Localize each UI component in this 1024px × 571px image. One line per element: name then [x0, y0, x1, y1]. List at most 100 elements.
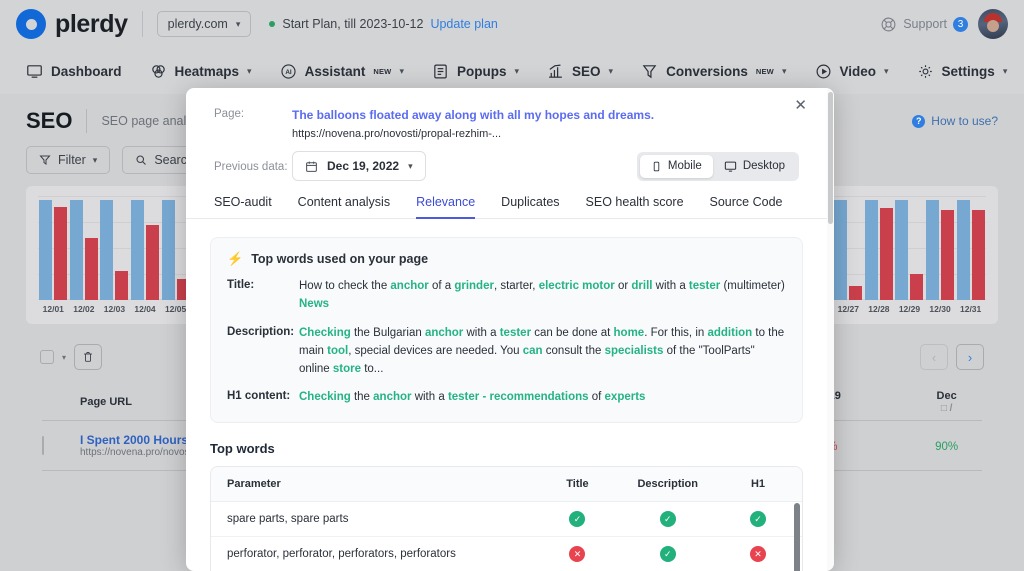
modal-scrollbar-thumb[interactable]: [828, 92, 833, 224]
modal-page-url: https://novena.pro/novosti/propal-rezhim…: [292, 128, 501, 140]
tab-content-analysis[interactable]: Content analysis: [298, 195, 390, 218]
chevron-down-icon[interactable]: ▾: [62, 353, 66, 362]
modal-page-title[interactable]: The balloons floated away along with all…: [292, 108, 654, 122]
tab-duplicates[interactable]: Duplicates: [501, 195, 559, 218]
description-key: Description:: [227, 325, 299, 378]
modal-scrollbar[interactable]: [827, 88, 834, 571]
column-parameter: Parameter: [211, 467, 533, 502]
check-icon: ✓: [569, 511, 585, 527]
highlighted-keyword: addition: [707, 327, 752, 339]
chart-bar: [880, 208, 893, 300]
h1-key: H1 content:: [227, 389, 299, 407]
support-label: Support: [903, 17, 947, 31]
plain-text: can be done at: [531, 327, 613, 339]
nav-item-popups[interactable]: Popups ▾: [432, 63, 519, 80]
nav-label: Conversions: [666, 64, 748, 79]
nav-item-video[interactable]: Video ▾: [815, 63, 889, 80]
chevron-down-icon: ▾: [408, 161, 413, 172]
device-label: Desktop: [743, 160, 785, 172]
nav-item-assistant[interactable]: AI Assistant NEW ▾: [280, 63, 404, 80]
date-picker-button[interactable]: Dec 19, 2022 ▾: [292, 151, 426, 181]
highlighted-keyword: tool: [327, 345, 348, 357]
page-label: Page:: [214, 106, 292, 120]
nav-label: Heatmaps: [175, 64, 240, 79]
site-selector[interactable]: plerdy.com ▾: [157, 11, 252, 37]
plain-text: to...: [361, 363, 383, 375]
modal-inner: ✕ Page: The balloons floated away along …: [186, 88, 827, 571]
chart-bar: [834, 200, 847, 300]
top-words-table-body: spare parts, spare parts✓✓✓perforator, p…: [211, 502, 802, 571]
table-row[interactable]: spare parts, spare parts✓✓✓: [211, 502, 802, 537]
seo-page-detail-modal: ✕ Page: The balloons floated away along …: [186, 88, 834, 571]
cell-parameter: perforator, perforator, perforators, per…: [211, 537, 533, 571]
highlighted-keyword: drill: [631, 280, 652, 292]
row-checkbox[interactable]: [42, 436, 44, 455]
highlighted-keyword: home: [614, 327, 645, 339]
filter-button[interactable]: Filter ▾: [26, 146, 110, 174]
nav-item-dashboard[interactable]: Dashboard: [26, 63, 122, 80]
plain-text: , starter,: [494, 280, 539, 292]
chart-bar: [910, 274, 923, 300]
h1-row: H1 content: Checking the anchor with a t…: [227, 389, 786, 407]
avatar[interactable]: [978, 9, 1008, 39]
funnel-icon: [641, 63, 658, 80]
pagination-next-button[interactable]: ›: [956, 344, 984, 370]
chart-bar: [39, 200, 52, 300]
delete-button[interactable]: [74, 344, 102, 370]
plain-text: of: [589, 391, 605, 403]
date-picker-value: Dec 19, 2022: [327, 159, 399, 173]
device-toggle-mobile[interactable]: Mobile: [640, 155, 713, 178]
highlighted-keyword: grinder: [454, 280, 494, 292]
tab-seo-audit[interactable]: SEO-audit: [214, 195, 272, 218]
highlighted-keyword: can: [523, 345, 543, 357]
highlighted-keyword: News: [299, 298, 329, 310]
support-button[interactable]: Support 3: [880, 16, 968, 33]
check-icon: ✓: [660, 546, 676, 562]
modal-header: ✕ Page: The balloons floated away along …: [186, 88, 827, 181]
plain-text: of a: [429, 280, 455, 292]
update-plan-link[interactable]: Update plan: [430, 17, 497, 31]
svg-text:AI: AI: [285, 69, 292, 76]
table-row[interactable]: perforator, perforator, perforators, per…: [211, 537, 802, 571]
tab-relevance[interactable]: Relevance: [416, 195, 475, 218]
page-title: SEO: [26, 108, 72, 134]
table-scrollbar[interactable]: [794, 503, 800, 571]
nav-label: SEO: [572, 64, 601, 79]
highlighted-keyword: tester: [689, 280, 720, 292]
topbar-right: Support 3: [880, 9, 1008, 39]
modal-tabs: SEO-audit Content analysis Relevance Dup…: [186, 181, 827, 219]
how-to-use-link[interactable]: ? How to use?: [912, 114, 998, 128]
top-words-table-wrap: Parameter Title Description H1 spare par…: [210, 466, 803, 571]
modal-previous-data-row: Previous data: Dec 19, 2022 ▾ Mobile: [214, 151, 799, 181]
pagination-prev-button[interactable]: ‹: [920, 344, 948, 370]
tab-seo-health-score[interactable]: SEO health score: [586, 195, 684, 218]
brand-logo[interactable]: plerdy: [16, 9, 128, 39]
row-pct-green: 90%: [935, 441, 958, 453]
previous-data-label: Previous data:: [214, 159, 292, 173]
nav-item-settings[interactable]: Settings ▾: [917, 63, 1008, 80]
chart-x-label: 12/28: [864, 304, 895, 314]
column-h1: H1: [714, 467, 802, 502]
chart-bar-group: [955, 196, 986, 300]
bolt-icon: ⚡: [227, 251, 243, 267]
chevron-down-icon: ▾: [515, 66, 520, 77]
device-toggle-desktop[interactable]: Desktop: [713, 155, 796, 178]
chart-x-label: 12/02: [69, 304, 100, 314]
nav-new-tag: NEW: [756, 67, 774, 76]
chart-bar: [957, 200, 970, 300]
tab-source-code[interactable]: Source Code: [710, 195, 783, 218]
highlighted-keyword: Checking: [299, 327, 351, 339]
column-date-3: Dec □ /: [911, 386, 982, 418]
cell-parameter: spare parts, spare parts: [211, 502, 533, 537]
close-icon[interactable]: ✕: [794, 98, 807, 113]
select-all-checkbox[interactable]: [40, 350, 54, 364]
description-value: Checking the Bulgarian anchor with a tes…: [299, 325, 786, 378]
nav-item-heatmaps[interactable]: Heatmaps ▾: [150, 63, 252, 80]
chevron-down-icon: ▾: [782, 66, 787, 77]
nav-item-seo[interactable]: SEO ▾: [547, 63, 613, 80]
table-scrollbar-thumb[interactable]: [794, 503, 800, 571]
chart-bar-group: [69, 196, 100, 300]
chart-x-label: 12/04: [130, 304, 161, 314]
chart-x-label: 12/31: [955, 304, 986, 314]
nav-item-conversions[interactable]: Conversions NEW ▾: [641, 63, 786, 80]
